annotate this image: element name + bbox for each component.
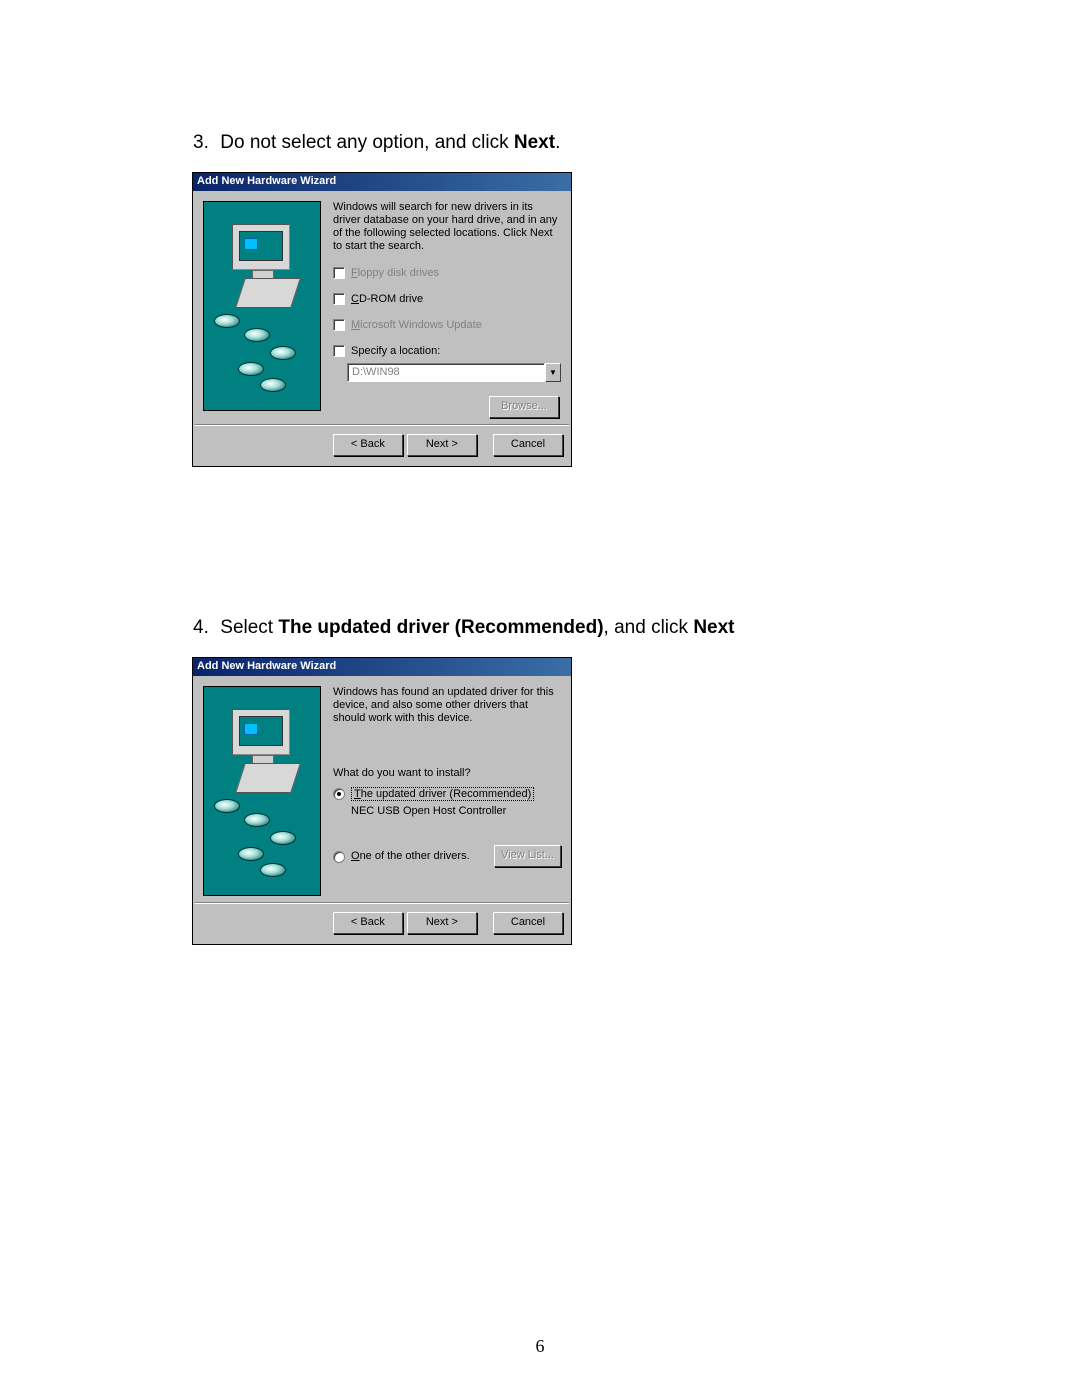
wizard-illustration xyxy=(203,686,321,896)
location-combo[interactable]: D:\WIN98 ▼ xyxy=(347,363,561,382)
dialog-footer: < BackNext > Cancel xyxy=(193,904,571,944)
chevron-down-icon: ▼ xyxy=(549,368,557,377)
checkbox-cdrom[interactable]: CD-ROM drive xyxy=(333,293,561,305)
checkbox-icon xyxy=(333,345,345,357)
radio-label: The updated driver (Recommended) xyxy=(351,787,534,801)
step-text-bold: The updated driver (Recommended) xyxy=(278,617,603,638)
step-number: 3. xyxy=(193,132,215,154)
wizard-intro-text: Windows has found an updated driver for … xyxy=(333,686,561,725)
dialog-titlebar: Add New Hardware Wizard xyxy=(193,173,571,191)
wizard-intro-text: Windows will search for new drivers in i… xyxy=(333,201,561,253)
instruction-step-3: 3. Do not select any option, and click N… xyxy=(193,132,925,154)
back-button[interactable]: < Back xyxy=(333,912,403,934)
cancel-button[interactable]: Cancel xyxy=(493,912,563,934)
checkbox-label: Microsoft Windows Update xyxy=(351,319,482,331)
cancel-button[interactable]: Cancel xyxy=(493,434,563,456)
next-button[interactable]: Next > xyxy=(407,434,477,456)
step-text-tail: . xyxy=(555,132,560,153)
document-page: 3. Do not select any option, and click N… xyxy=(165,132,925,945)
dropdown-button[interactable]: ▼ xyxy=(545,363,561,382)
next-button[interactable]: Next > xyxy=(407,912,477,934)
checkbox-icon xyxy=(333,267,345,279)
view-list-button[interactable]: View List... xyxy=(494,845,561,867)
dialog-footer: < BackNext > Cancel xyxy=(193,426,571,466)
wizard-content: Windows has found an updated driver for … xyxy=(333,686,561,896)
driver-name: NEC USB Open Host Controller xyxy=(351,805,561,817)
monitor-icon xyxy=(232,224,290,270)
checkbox-label: CD-ROM drive xyxy=(351,293,423,305)
checkbox-icon xyxy=(333,319,345,331)
wizard-illustration xyxy=(203,201,321,411)
browse-button[interactable]: Browse... xyxy=(489,396,559,418)
checkbox-windows-update[interactable]: Microsoft Windows Update xyxy=(333,319,561,331)
checkbox-icon xyxy=(333,293,345,305)
radio-other-drivers[interactable]: One of the other drivers. xyxy=(333,850,470,863)
step-text: Select xyxy=(220,617,278,638)
step-text-mid: , and click xyxy=(604,617,694,638)
back-button[interactable]: < Back xyxy=(333,434,403,456)
instruction-step-4: 4. Select The updated driver (Recommende… xyxy=(193,617,925,639)
install-prompt: What do you want to install? xyxy=(333,767,561,779)
checkbox-label: Specify a location: xyxy=(351,345,440,357)
wizard-dialog-1: Add New Hardware Wizard Windows will sea… xyxy=(192,172,572,467)
checkbox-specify-location[interactable]: Specify a location: xyxy=(333,345,561,357)
page-number: 6 xyxy=(536,1336,545,1357)
step-number: 4. xyxy=(193,617,215,639)
step-text-bold: Next xyxy=(514,132,555,153)
radio-label: One of the other drivers. xyxy=(351,850,470,862)
step-text-bold-2: Next xyxy=(693,617,734,638)
wizard-dialog-2: Add New Hardware Wizard Windows has foun… xyxy=(192,657,572,945)
dialog-body: Windows will search for new drivers in i… xyxy=(193,191,571,424)
radio-icon xyxy=(333,788,345,800)
radio-icon xyxy=(333,851,345,863)
dialog-body: Windows has found an updated driver for … xyxy=(193,676,571,902)
monitor-icon xyxy=(232,709,290,755)
dialog-titlebar: Add New Hardware Wizard xyxy=(193,658,571,676)
wizard-content: Windows will search for new drivers in i… xyxy=(333,201,561,418)
checkbox-floppy[interactable]: Floppy disk drives xyxy=(333,267,561,279)
checkbox-label: Floppy disk drives xyxy=(351,267,439,279)
radio-updated-driver[interactable]: The updated driver (Recommended) xyxy=(333,787,561,801)
location-input[interactable]: D:\WIN98 xyxy=(347,363,545,382)
step-text: Do not select any option, and click xyxy=(220,132,514,153)
